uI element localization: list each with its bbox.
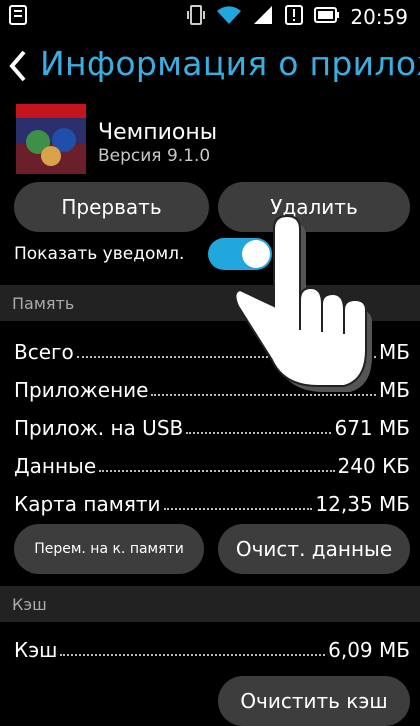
- memory-section-title: Память: [12, 294, 75, 313]
- row-label: Прилож. на USB: [14, 416, 184, 440]
- move-to-sdcard-button[interactable]: Перем. на к. памяти: [14, 524, 204, 574]
- row-value: 671 МБ: [334, 416, 410, 440]
- row-value: 12,35 МБ: [315, 492, 410, 516]
- row-value: МБ: [379, 340, 410, 364]
- app-name: Чемпионы: [98, 120, 218, 145]
- stop-button[interactable]: Прервать: [14, 182, 209, 232]
- dot-leader: [99, 470, 335, 472]
- row-label: Всего: [14, 340, 74, 364]
- status-time: 20:59: [350, 5, 408, 29]
- chevron-left-icon[interactable]: [8, 48, 28, 90]
- battery-icon: [314, 7, 340, 27]
- memory-row-sdcard: Карта памяти 12,35 МБ: [14, 484, 410, 516]
- notification-alert-icon: [284, 4, 304, 30]
- dot-leader: [163, 508, 313, 510]
- memory-row-usb: Прилож. на USB 671 МБ: [14, 408, 410, 440]
- row-label: Данные: [14, 454, 97, 478]
- cache-section-header: Кэш: [0, 586, 420, 622]
- app-icon: [16, 104, 86, 174]
- app-version: Версия 9.1.0: [98, 146, 211, 166]
- row-label: Кэш: [14, 638, 58, 662]
- cache-section-title: Кэш: [12, 595, 47, 614]
- row-value: 6,09 МБ: [328, 638, 410, 662]
- wifi-icon: [216, 4, 242, 30]
- phone-vibrate-icon: [186, 4, 206, 30]
- page-title: Информация о приложен: [40, 44, 420, 83]
- row-value: МБ: [379, 378, 410, 402]
- row-value: 240 КБ: [337, 454, 410, 478]
- title-bar: Информация о приложен: [0, 40, 420, 98]
- row-label: Карта памяти: [14, 492, 161, 516]
- status-bar: 20:59: [0, 0, 420, 34]
- dot-leader: [186, 432, 332, 434]
- notification-icon: [8, 4, 28, 30]
- dot-leader: [60, 654, 326, 656]
- clear-cache-button[interactable]: Очистить кэш: [218, 676, 410, 726]
- cache-row: Кэш 6,09 МБ: [14, 630, 410, 662]
- pointing-hand-icon: [232, 210, 382, 410]
- row-label: Приложение: [14, 378, 149, 402]
- memory-row-data: Данные 240 КБ: [14, 446, 410, 478]
- clear-data-button[interactable]: Очист. данные: [218, 524, 410, 574]
- signal-icon: [252, 4, 274, 30]
- notifications-label: Показать уведомл.: [14, 244, 185, 264]
